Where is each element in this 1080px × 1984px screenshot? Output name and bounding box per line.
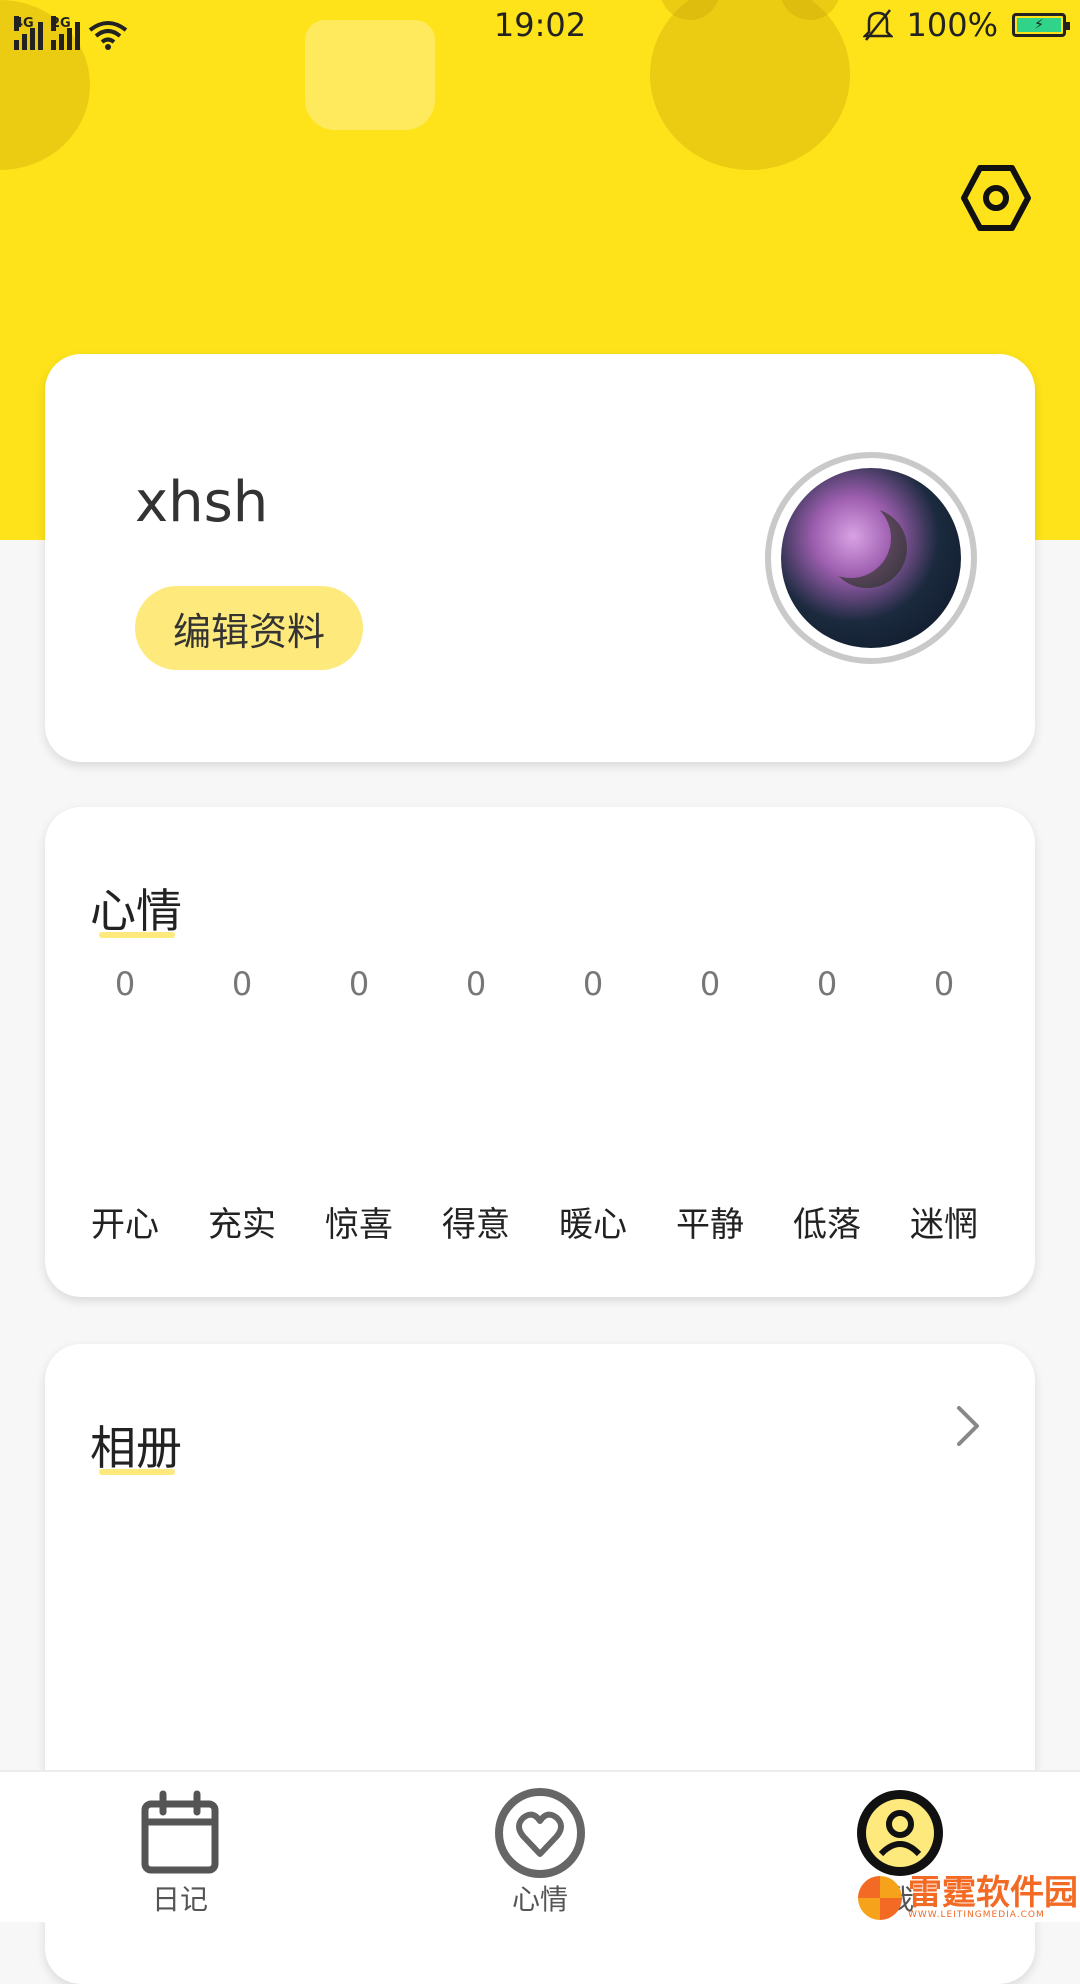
status-right: 100% ⚡ bbox=[862, 6, 1070, 44]
heart-icon bbox=[495, 1788, 585, 1878]
mood-label-item[interactable]: 暖心 bbox=[548, 1197, 638, 1246]
battery-percent: 100% bbox=[906, 6, 998, 44]
username: xhsh bbox=[135, 470, 269, 535]
mood-label-item[interactable]: 得意 bbox=[431, 1197, 521, 1246]
battery-icon: ⚡ bbox=[1012, 13, 1070, 37]
chevron-right-icon[interactable] bbox=[953, 1404, 983, 1448]
avatar-image bbox=[781, 468, 961, 648]
mood-count: 0 bbox=[465, 965, 487, 1003]
mood-count: 0 bbox=[582, 965, 604, 1003]
settings-icon[interactable] bbox=[960, 162, 1032, 234]
status-bar: 4G 2G 19:02 100% ⚡ bbox=[0, 0, 1080, 56]
mood-label-item[interactable]: 平静 bbox=[665, 1197, 755, 1246]
watermark: 雷霆软件园 WWW.LEITINGMEDIA.COM bbox=[858, 1876, 1078, 1920]
mood-label-item[interactable]: 低落 bbox=[782, 1197, 872, 1246]
profile-card: xhsh 编辑资料 bbox=[45, 354, 1035, 762]
mood-label-item[interactable]: 充实 bbox=[197, 1197, 287, 1246]
user-icon bbox=[857, 1790, 943, 1876]
edit-profile-button[interactable]: 编辑资料 bbox=[135, 586, 363, 670]
mood-count: 0 bbox=[114, 965, 136, 1003]
watermark-text: 雷霆软件园 bbox=[908, 1873, 1078, 1913]
mood-count: 0 bbox=[231, 965, 253, 1003]
mood-count: 0 bbox=[348, 965, 370, 1003]
mood-count: 0 bbox=[699, 965, 721, 1003]
avatar[interactable] bbox=[765, 452, 977, 664]
nav-label: 日记 bbox=[151, 1883, 208, 1916]
watermark-logo bbox=[858, 1876, 902, 1920]
nav-label: 心情 bbox=[511, 1883, 568, 1916]
album-title-underline bbox=[99, 1469, 175, 1475]
tab-mood[interactable]: 心情 bbox=[440, 1772, 640, 1922]
bottom-nav: 日记 心情 我 雷霆软件园 WWW.LEITINGMEDIA.COM bbox=[0, 1770, 1080, 1922]
mood-count: 0 bbox=[933, 965, 955, 1003]
bell-muted-icon bbox=[862, 9, 893, 41]
mood-label-item[interactable]: 开心 bbox=[80, 1197, 170, 1246]
mood-label-item[interactable]: 惊喜 bbox=[314, 1197, 404, 1246]
mood-count: 0 bbox=[816, 965, 838, 1003]
mood-card: 心情 0 0 0 0 0 0 0 0 开心 充实 惊喜 得意 暖心 平静 低落 … bbox=[45, 807, 1035, 1297]
mood-label-item[interactable]: 迷惘 bbox=[899, 1197, 989, 1246]
calendar-icon bbox=[141, 1790, 219, 1874]
tab-diary[interactable]: 日记 bbox=[80, 1772, 280, 1922]
mood-title-underline bbox=[99, 932, 175, 938]
